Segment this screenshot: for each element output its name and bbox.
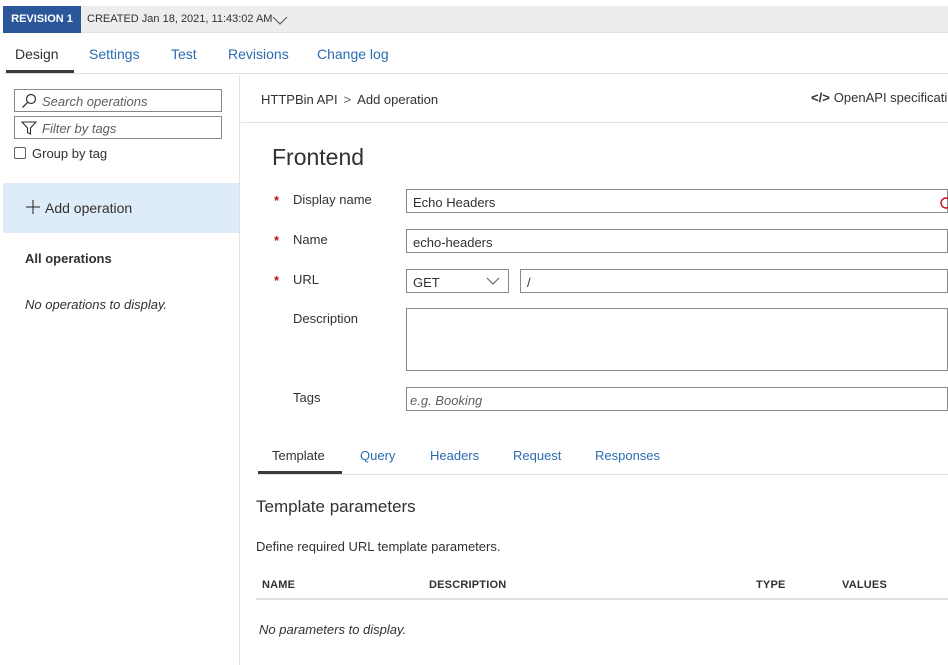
revision-created-text: CREATED Jan 18, 2021, 11:43:02 AM — [87, 13, 273, 25]
breadcrumb-separator: > — [343, 92, 352, 107]
name-value: echo-headers — [413, 235, 493, 250]
display-name-field[interactable]: Echo Headers — [406, 189, 948, 213]
url-template-field[interactable]: / — [520, 269, 948, 293]
url-label: URL — [293, 272, 320, 287]
column-header-values: VALUES — [842, 579, 888, 591]
chevron-down-icon — [486, 277, 500, 285]
required-marker: * — [274, 233, 280, 248]
column-header-description: DESCRIPTION — [429, 579, 507, 591]
checkbox-box[interactable] — [14, 147, 26, 159]
template-parameters-description: Define required URL template parameters. — [256, 539, 501, 554]
group-by-tag-label: Group by tag — [32, 146, 108, 161]
template-parameters-title: Template parameters — [256, 497, 416, 516]
subtab-responses[interactable]: Responses — [595, 448, 660, 463]
tab-test[interactable]: Test — [171, 46, 197, 62]
tab-revisions[interactable]: Revisions — [228, 46, 289, 62]
required-marker: * — [274, 273, 280, 288]
openapi-specification-button[interactable]: </> OpenAPI specificati — [811, 90, 947, 105]
group-by-tag-checkbox[interactable]: Group by tag — [14, 146, 107, 161]
description-textarea[interactable] — [406, 308, 948, 371]
display-name-value: Echo Headers — [413, 195, 496, 210]
subtab-query[interactable]: Query — [360, 448, 395, 463]
http-method-select[interactable]: GET — [406, 269, 509, 293]
http-method-value: GET — [413, 275, 440, 290]
main-tabs: Design Settings Test Revisions Change lo… — [3, 34, 948, 74]
empty-operations-message: No operations to display. — [25, 297, 168, 312]
active-tab-indicator — [6, 70, 74, 73]
name-label: Name — [293, 232, 328, 247]
filter-placeholder: Filter by tags — [42, 121, 117, 136]
all-operations-item[interactable]: All operations — [25, 251, 112, 266]
chevron-down-icon[interactable] — [271, 14, 289, 26]
add-operation-label: Add operation — [45, 200, 133, 216]
search-icon — [22, 93, 37, 108]
operations-sidebar: Search operations Filter by tags Group b… — [3, 75, 240, 665]
tab-settings[interactable]: Settings — [89, 46, 140, 62]
subtab-request[interactable]: Request — [513, 448, 561, 463]
tags-placeholder: e.g. Booking — [410, 393, 483, 408]
required-marker: * — [274, 193, 280, 208]
display-name-label: Display name — [293, 192, 372, 207]
empty-parameters-message: No parameters to display. — [259, 622, 407, 637]
section-title: Frontend — [272, 144, 365, 170]
revision-badge: REVISION 1 — [3, 6, 81, 33]
tab-change-log[interactable]: Change log — [317, 46, 389, 62]
openapi-label: OpenAPI specificati — [833, 90, 948, 105]
subtab-template[interactable]: Template — [272, 448, 325, 463]
add-operation-button[interactable]: Add operation — [3, 183, 239, 233]
revision-bar: REVISION 1 CREATED Jan 18, 2021, 11:43:0… — [3, 6, 948, 33]
url-template-value: / — [527, 275, 531, 290]
code-icon: </> — [811, 90, 830, 105]
filter-by-tags-input[interactable]: Filter by tags — [14, 116, 222, 139]
breadcrumb-current: Add operation — [357, 92, 439, 107]
column-header-name: NAME — [262, 579, 296, 591]
breadcrumb: HTTPBin API > Add operation — [261, 92, 438, 107]
description-label: Description — [293, 311, 359, 326]
content-header: HTTPBin API > Add operation </> OpenAPI spe… — [241, 75, 948, 123]
column-header-type: TYPE — [756, 579, 786, 591]
subtab-headers[interactable]: Headers — [430, 448, 479, 463]
table-header-divider — [256, 598, 948, 600]
search-placeholder: Search operations — [42, 94, 148, 109]
filter-icon — [21, 121, 37, 135]
validation-icon — [940, 197, 948, 209]
tab-design[interactable]: Design — [15, 46, 59, 62]
tags-input[interactable]: e.g. Booking — [406, 387, 948, 411]
plus-icon — [26, 200, 40, 214]
tags-label: Tags — [293, 390, 321, 405]
search-operations-input[interactable]: Search operations — [14, 89, 222, 112]
subtab-divider — [258, 474, 948, 475]
breadcrumb-api-link[interactable]: HTTPBin API — [261, 92, 338, 107]
name-field[interactable]: echo-headers — [406, 229, 948, 253]
